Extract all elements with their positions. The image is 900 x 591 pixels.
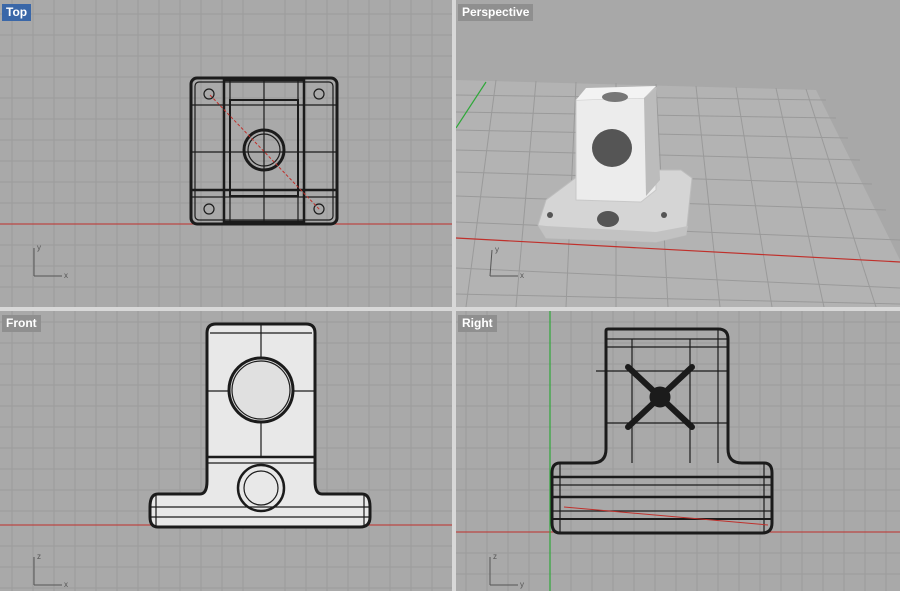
viewport-front[interactable]: z x Front: [0, 311, 452, 591]
axis-triad-top: y x: [33, 243, 68, 280]
viewport-title-perspective[interactable]: Perspective: [458, 4, 534, 21]
axis-label-x: x: [520, 271, 524, 280]
axis-label-x: x: [64, 580, 68, 589]
viewport-top[interactable]: y x Top: [0, 0, 452, 307]
axis-label-z: z: [493, 552, 497, 561]
viewport-perspective[interactable]: y x Perspective: [456, 0, 900, 307]
axis-triad-perspective: y x: [489, 245, 524, 280]
viewport-title-top[interactable]: Top: [2, 4, 32, 21]
axis-triad-front: z x: [33, 552, 68, 589]
viewport-title-front[interactable]: Front: [2, 315, 41, 332]
axis-triad-right: z y: [489, 552, 524, 589]
viewport-title-right[interactable]: Right: [458, 315, 497, 332]
axis-label-y: y: [37, 243, 41, 252]
axis-label-y: y: [495, 245, 499, 254]
axis-label-y: y: [520, 580, 524, 589]
axis-label-x: x: [64, 271, 68, 280]
viewport-right[interactable]: z y Right: [456, 311, 900, 591]
axis-label-z: z: [37, 552, 41, 561]
